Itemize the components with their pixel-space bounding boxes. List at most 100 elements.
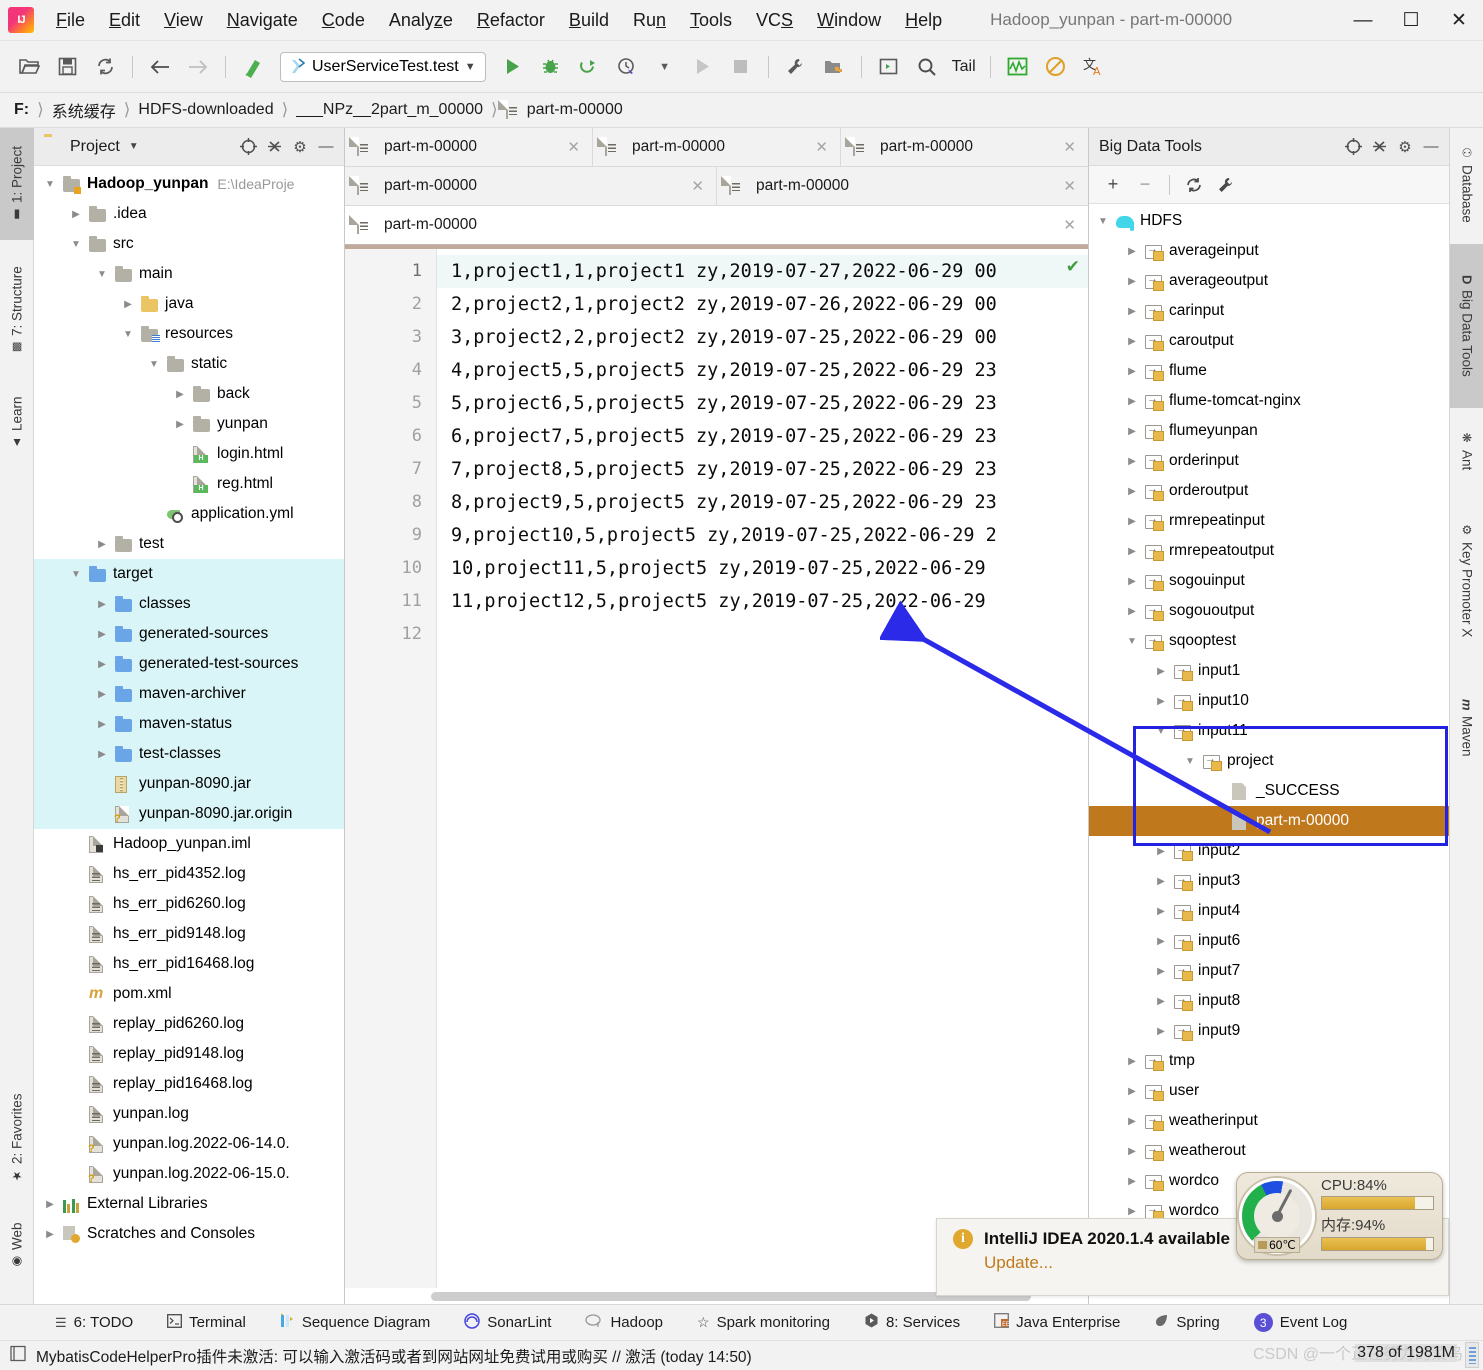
hdfs-tree-row[interactable]: weatherinput xyxy=(1089,1106,1449,1136)
breadcrumb-item-2[interactable]: HDFS-downloaded xyxy=(138,101,273,119)
toolwindow-sonarlint[interactable]: SonarLint xyxy=(447,1312,568,1333)
tree-toggle-arrow-icon[interactable] xyxy=(1153,696,1169,707)
project-tree-row[interactable]: m pom.xml xyxy=(34,979,344,1009)
locate-icon[interactable] xyxy=(1341,135,1365,159)
project-tree-row[interactable]: yunpan.log xyxy=(34,1099,344,1129)
code-view[interactable]: 1 2 3 4 5 6 7 8 9 10 11 12 ✔ 1,project1,1,project1 … xyxy=(345,249,1088,1305)
memory-scroll-widget[interactable] xyxy=(1465,1342,1479,1368)
project-tree-row[interactable]: replay_pid9148.log xyxy=(34,1039,344,1069)
project-tree-row[interactable]: hs_err_pid9148.log xyxy=(34,919,344,949)
tree-toggle-arrow-icon[interactable] xyxy=(172,419,188,430)
project-tree-row[interactable]: main xyxy=(34,259,344,289)
chevron-down-icon-2[interactable]: ▼ xyxy=(650,52,680,82)
sidebar-item-maven[interactable]: m Maven xyxy=(1450,674,1483,782)
tree-toggle-arrow-icon[interactable] xyxy=(1124,456,1140,467)
tree-toggle-arrow-icon[interactable] xyxy=(1124,1056,1140,1067)
project-tree-row[interactable]: back xyxy=(34,379,344,409)
tree-toggle-arrow-icon[interactable] xyxy=(1124,576,1140,587)
toolwindow-sequence-diagram[interactable]: Sequence Diagram xyxy=(263,1313,447,1332)
back-arrow-icon[interactable] xyxy=(145,52,175,82)
close-icon[interactable]: ✕ xyxy=(691,177,704,195)
maximize-icon[interactable]: ☐ xyxy=(1387,0,1435,41)
editor-tab[interactable]: part-m-00000 ✕ xyxy=(717,167,1088,205)
close-icon[interactable]: ✕ xyxy=(1063,216,1076,234)
hdfs-tree-row[interactable]: input3 xyxy=(1089,866,1449,896)
hdfs-tree-row[interactable]: input4 xyxy=(1089,896,1449,926)
tree-toggle-arrow-icon[interactable] xyxy=(94,599,110,610)
project-tree-row[interactable]: ? yunpan-8090.jar.origin xyxy=(34,799,344,829)
project-tree-row[interactable]: ? yunpan.log.2022-06-14.0. xyxy=(34,1129,344,1159)
chevron-down-icon-project[interactable]: ▼ xyxy=(129,141,139,152)
collapse-all-icon[interactable] xyxy=(262,135,286,159)
tree-toggle-arrow-icon[interactable] xyxy=(1153,906,1169,917)
code-line[interactable]: 8,project9,5,project5 zy,2019-07-25,2022… xyxy=(437,486,1088,519)
project-tree-row[interactable]: classes xyxy=(34,589,344,619)
hdfs-tree-row-selected[interactable]: part-m-00000 xyxy=(1089,806,1449,836)
run-with-coverage-icon[interactable] xyxy=(574,52,604,82)
tree-toggle-arrow-icon[interactable] xyxy=(68,209,84,220)
collapse-all-icon[interactable] xyxy=(1367,135,1391,159)
hdfs-tree-row[interactable]: orderoutput xyxy=(1089,476,1449,506)
menu-code[interactable]: Code xyxy=(310,7,377,34)
project-tree-row[interactable]: application.yml xyxy=(34,499,344,529)
project-tree-row[interactable]: hs_err_pid16468.log xyxy=(34,949,344,979)
profile-icon[interactable] xyxy=(612,52,642,82)
project-tree-row[interactable]: yunpan-8090.jar xyxy=(34,769,344,799)
terminal-icon[interactable] xyxy=(874,52,904,82)
project-tree-row[interactable]: src xyxy=(34,229,344,259)
no-entry-icon[interactable] xyxy=(1041,52,1071,82)
project-tree-row[interactable]: replay_pid6260.log xyxy=(34,1009,344,1039)
hdfs-tree-row[interactable]: project xyxy=(1089,746,1449,776)
menu-navigate[interactable]: Navigate xyxy=(215,7,310,34)
hdfs-tree-row[interactable]: flumeyunpan xyxy=(1089,416,1449,446)
tree-toggle-arrow-icon[interactable] xyxy=(1124,636,1140,647)
editor-tab[interactable]: part-m-00000 ✕ xyxy=(345,167,717,205)
hdfs-tree-row[interactable]: caroutput xyxy=(1089,326,1449,356)
code-line[interactable]: 10,project11,5,project5 zy,2019-07-25,20… xyxy=(437,552,1088,585)
menu-file[interactable]: File xyxy=(44,7,97,34)
hdfs-tree-row[interactable]: HDFS xyxy=(1089,206,1449,236)
hdfs-tree-row[interactable]: input6 xyxy=(1089,926,1449,956)
sidebar-item-database[interactable]: ⚇ Database xyxy=(1450,128,1483,240)
breadcrumb-item-4[interactable]: part-m-00000 xyxy=(527,101,623,119)
project-tree-row[interactable]: static xyxy=(34,349,344,379)
hdfs-tree-row[interactable]: flume-tomcat-nginx xyxy=(1089,386,1449,416)
wrench-icon[interactable] xyxy=(1212,171,1240,199)
code-line[interactable]: 6,project7,5,project5 zy,2019-07-25,2022… xyxy=(437,420,1088,453)
toolwindow-java-enterprise[interactable]: EE Java Enterprise xyxy=(977,1313,1137,1332)
toolwindow-spark-monitoring[interactable]: ☆ Spark monitoring xyxy=(680,1314,847,1331)
memory-indicator[interactable]: 378 of 1981M xyxy=(1355,1344,1457,1362)
sidebar-item-structure[interactable]: ▩ 7: Structure xyxy=(0,246,34,374)
code-line[interactable]: 11,project12,5,project5 zy,2019-07-25,20… xyxy=(437,585,1088,618)
hdfs-tree-row[interactable]: rmrepeatinput xyxy=(1089,506,1449,536)
tree-toggle-arrow-icon[interactable] xyxy=(1124,396,1140,407)
project-tree[interactable]: Hadoop_yunpan E:\IdeaProje .idea srcmain jav… xyxy=(34,166,344,1249)
code-line[interactable] xyxy=(437,618,1088,651)
toolwindow-terminal[interactable]: Terminal xyxy=(150,1313,263,1332)
toolwindow-spring[interactable]: Spring xyxy=(1137,1313,1236,1332)
project-tree-row[interactable]: Hadoop_yunpan E:\IdeaProje xyxy=(34,169,344,199)
tree-toggle-arrow-icon[interactable] xyxy=(1153,876,1169,887)
tree-toggle-arrow-icon[interactable] xyxy=(1124,1116,1140,1127)
project-tree-row[interactable]: Hlogin.html xyxy=(34,439,344,469)
project-tree-row[interactable]: test-classes xyxy=(34,739,344,769)
gear-icon[interactable]: ⚙ xyxy=(1393,135,1417,159)
tree-toggle-arrow-icon[interactable] xyxy=(1124,336,1140,347)
close-icon[interactable]: ✕ xyxy=(567,138,580,156)
project-tree-row[interactable]: target xyxy=(34,559,344,589)
tree-toggle-arrow-icon[interactable] xyxy=(146,359,162,370)
hdfs-tree-row[interactable]: input2 xyxy=(1089,836,1449,866)
notification-icon[interactable] xyxy=(10,1345,27,1367)
tree-toggle-arrow-icon[interactable] xyxy=(94,269,110,280)
tree-toggle-arrow-icon[interactable] xyxy=(1124,546,1140,557)
tree-toggle-arrow-icon[interactable] xyxy=(1153,996,1169,1007)
debug-icon[interactable] xyxy=(536,52,566,82)
tree-toggle-arrow-icon[interactable] xyxy=(68,569,84,580)
tree-toggle-arrow-icon[interactable] xyxy=(1124,606,1140,617)
tree-toggle-arrow-icon[interactable] xyxy=(94,749,110,760)
tree-toggle-arrow-icon[interactable] xyxy=(1124,1206,1140,1217)
hdfs-tree-row[interactable]: _SUCCESS xyxy=(1089,776,1449,806)
hdfs-tree-row[interactable]: rmrepeatoutput xyxy=(1089,536,1449,566)
project-tree-row[interactable]: replay_pid16468.log xyxy=(34,1069,344,1099)
project-tree-row[interactable]: External Libraries xyxy=(34,1189,344,1219)
